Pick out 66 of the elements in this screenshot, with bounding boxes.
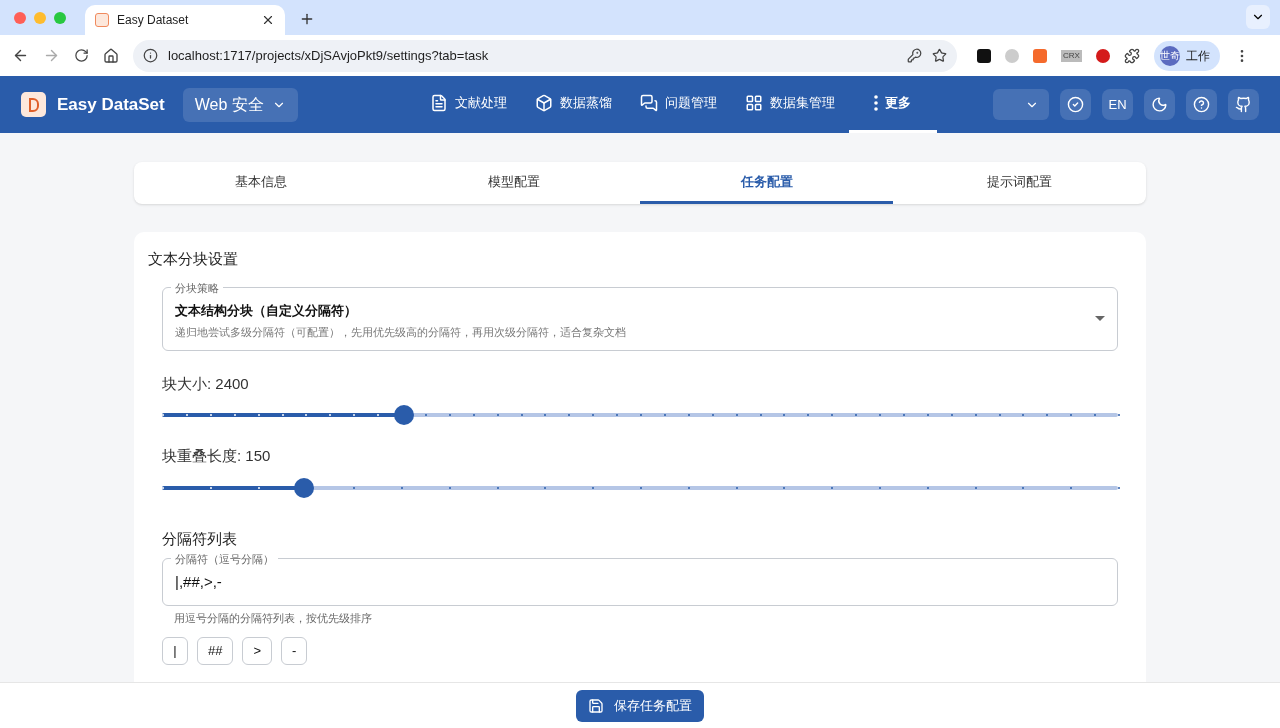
- separator-chip: ##: [197, 636, 234, 665]
- nav-tab[interactable]: 数据集管理: [730, 76, 849, 133]
- nav-tab[interactable]: 问题管理: [625, 76, 731, 133]
- profile-name: 工作: [1185, 47, 1211, 65]
- github-button[interactable]: [1228, 89, 1259, 120]
- help-button[interactable]: [1186, 89, 1217, 120]
- save-icon: [588, 697, 604, 714]
- extensions-icon[interactable]: [1123, 47, 1140, 64]
- back-icon[interactable]: [12, 47, 29, 64]
- more-icon: [874, 95, 879, 111]
- moon-icon: [1151, 96, 1168, 113]
- nav-tab[interactable]: 文献处理: [415, 76, 521, 133]
- dark-mode-button[interactable]: [1144, 89, 1175, 120]
- section-title: 文本分块设置: [148, 249, 239, 269]
- chat-icon: [639, 94, 658, 112]
- profile-avatar: 世奇: [1159, 45, 1180, 66]
- slider-thumb[interactable]: [393, 405, 414, 425]
- select-value: 文本结构分块（自定义分隔符）: [175, 302, 358, 320]
- slider-label: 块重叠长度: 150: [162, 446, 272, 466]
- dropdown-arrow-icon: [1095, 316, 1105, 321]
- address-bar[interactable]: localhost:1717/projects/xDjSAvjoPkt9/settings?tab=task: [133, 39, 957, 72]
- slider-track[interactable]: [162, 403, 1118, 427]
- bookmark-star-icon[interactable]: [932, 48, 947, 63]
- input-value: |,##,>,-: [175, 571, 222, 592]
- app-name: Easy DataSet: [57, 93, 165, 116]
- info-icon[interactable]: [143, 48, 158, 63]
- github-icon: [1235, 96, 1252, 113]
- app-logo-icon: [21, 92, 46, 117]
- settings-tab[interactable]: 模型配置: [387, 162, 640, 204]
- language-button[interactable]: EN: [1102, 89, 1133, 120]
- cube-icon: [534, 94, 553, 112]
- tab-list-button[interactable]: [1246, 5, 1270, 29]
- field-label: 分隔符（逗号分隔）: [171, 551, 278, 568]
- section-subtitle: 分隔符列表: [162, 528, 238, 549]
- settings-tab[interactable]: 提示词配置: [893, 162, 1146, 204]
- helper-text: 用逗号分隔的分隔符列表，按优先级排序: [174, 611, 373, 626]
- nav-tab[interactable]: 更多: [848, 76, 937, 133]
- project-selector[interactable]: Web 安全: [182, 87, 298, 122]
- stop-extension-icon[interactable]: [1095, 48, 1110, 63]
- settings-tab[interactable]: 任务配置: [640, 162, 893, 204]
- nav-tab[interactable]: 数据蒸馏: [520, 76, 626, 133]
- new-tab-icon[interactable]: [299, 11, 315, 27]
- separator-chip: >: [242, 636, 273, 665]
- reload-icon[interactable]: [74, 48, 89, 63]
- profile-button[interactable]: 世奇 工作: [1153, 40, 1220, 71]
- app-logo-icon: [95, 13, 109, 27]
- close-icon[interactable]: [261, 13, 275, 27]
- tab-title: Easy Dataset: [117, 12, 190, 29]
- task-check-button[interactable]: [1060, 89, 1091, 120]
- browser-tab[interactable]: Easy Dataset: [85, 5, 285, 35]
- settings-tab[interactable]: 基本信息: [134, 162, 387, 204]
- url-text: localhost:1717/projects/xDjSAvjoPkt9/settings?tab=task: [168, 46, 490, 65]
- slider-label: 块大小: 2400: [162, 373, 250, 394]
- separator-chip: |: [162, 636, 188, 665]
- separator-chip: -: [281, 636, 308, 665]
- check-circle-icon: [1067, 96, 1084, 113]
- key-icon[interactable]: [907, 48, 922, 63]
- extension-badge[interactable]: CRX: [1061, 49, 1082, 62]
- grid-icon: [744, 94, 763, 112]
- select-description: 递归地尝试多级分隔符（可配置），先用优先级高的分隔符，再用次级分隔符，适合复杂文档: [175, 324, 627, 340]
- document-icon: [429, 94, 448, 112]
- home-icon[interactable]: [103, 47, 119, 64]
- slider-thumb[interactable]: [294, 477, 315, 498]
- extension-icon[interactable]: [977, 48, 991, 63]
- help-icon: [1193, 96, 1210, 113]
- save-button[interactable]: 保存任务配置: [576, 689, 704, 722]
